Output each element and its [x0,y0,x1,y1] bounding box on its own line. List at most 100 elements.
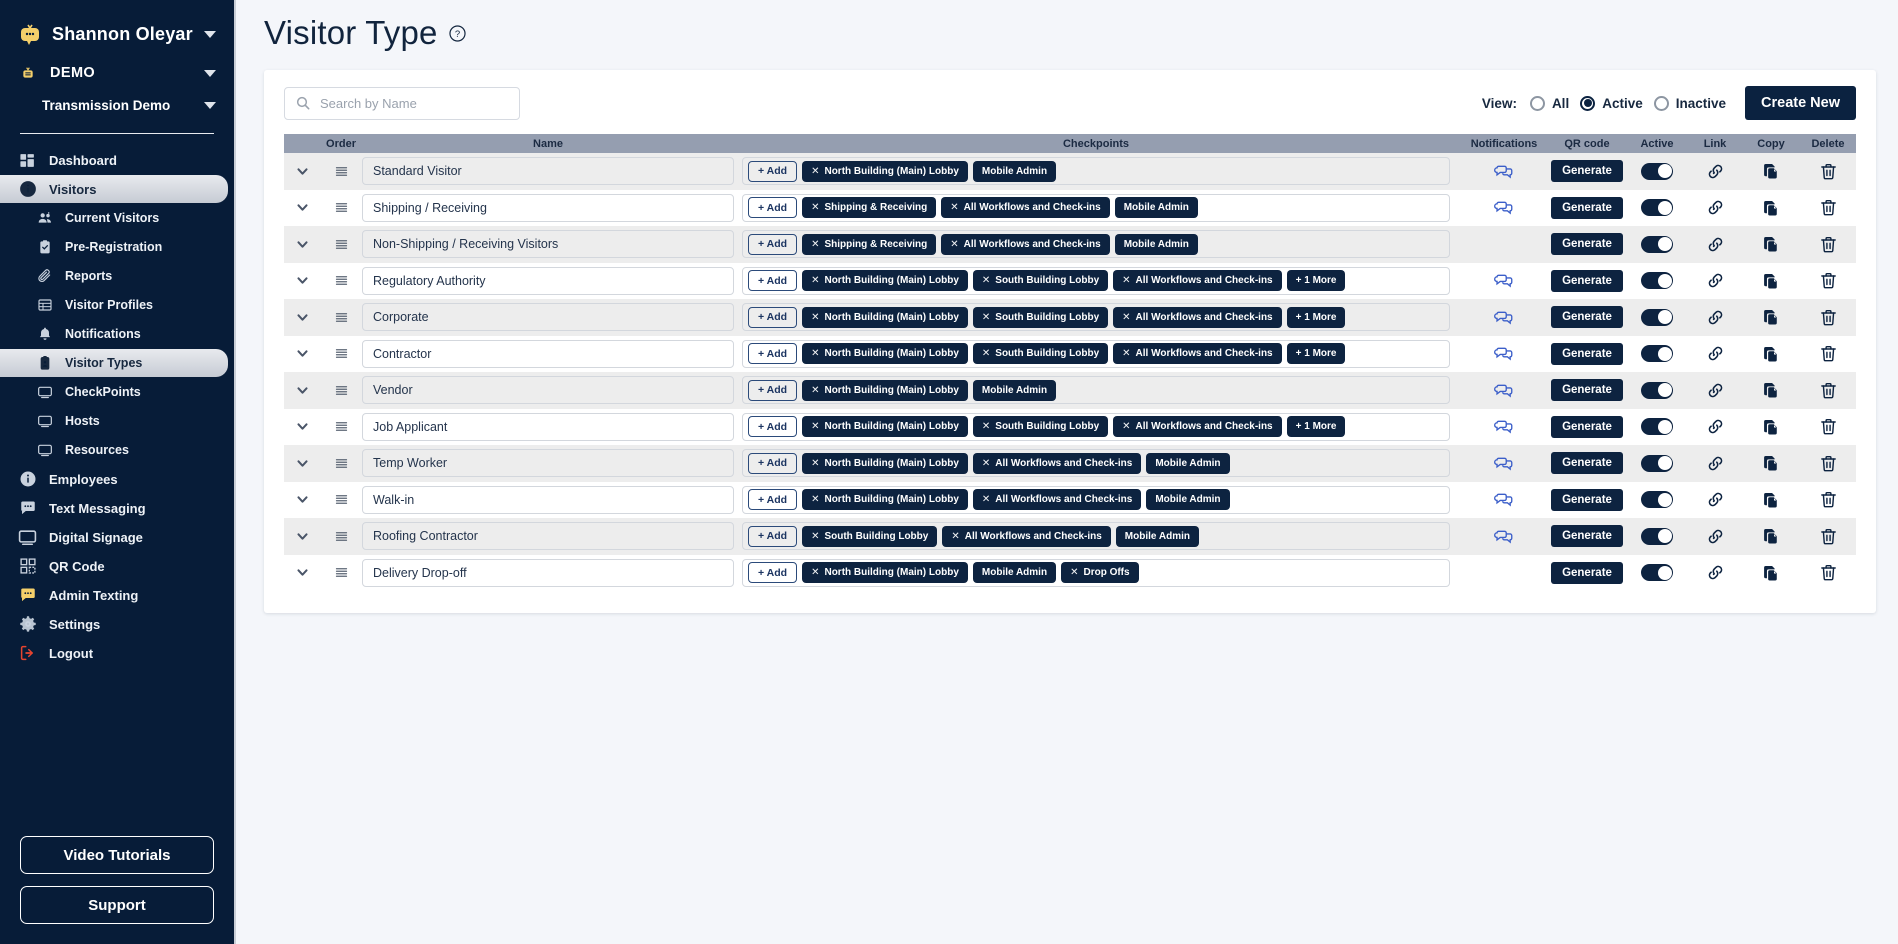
copy-icon[interactable] [1762,564,1780,582]
checkpoint-chip[interactable]: ✕ South Building Lobby [972,343,1109,365]
add-checkpoint-button[interactable]: + Add [748,379,798,401]
sidebar-item-digital-signage[interactable]: Digital Signage [0,523,234,551]
active-toggle[interactable] [1641,272,1673,290]
checkpoint-chip[interactable]: ✕ Drop Offs [1061,562,1139,584]
remove-chip-icon[interactable]: ✕ [811,385,819,396]
org-switcher[interactable]: DEMO [0,54,234,92]
checkpoint-chip[interactable]: ✕ All Workflows and Check-ins [942,525,1111,547]
expand-row-chevron-down-icon[interactable] [294,310,311,325]
link-icon[interactable] [1706,563,1725,582]
visitor-type-name-input[interactable] [362,193,734,222]
checkpoint-chip[interactable]: Mobile Admin [1114,233,1198,255]
question-circle-icon[interactable]: ? [448,23,468,43]
checkpoint-chip[interactable]: ✕ All Workflows and Check-ins [1113,416,1282,438]
sidebar-item-dashboard[interactable]: Dashboard [0,146,234,174]
drag-handle-icon[interactable] [334,565,349,580]
trash-icon[interactable] [1819,490,1838,509]
checkpoint-chip[interactable]: ✕ Shipping & Receiving [802,197,937,219]
sidebar-item-resources[interactable]: Resources [0,436,234,464]
copy-icon[interactable] [1762,308,1780,326]
remove-chip-icon[interactable]: ✕ [982,494,990,505]
copy-icon[interactable] [1762,199,1780,217]
remove-chip-icon[interactable]: ✕ [811,421,819,432]
notification-bubbles-icon[interactable] [1493,381,1515,400]
trash-icon[interactable] [1819,381,1838,400]
visitor-type-name-input[interactable] [362,412,734,441]
add-checkpoint-button[interactable]: + Add [748,489,798,511]
active-toggle[interactable] [1641,564,1673,582]
sidebar-item-pre-registration[interactable]: Pre-Registration [0,233,234,261]
generate-qr-button[interactable]: Generate [1551,488,1623,511]
add-checkpoint-button[interactable]: + Add [748,416,798,438]
checkpoint-chip[interactable]: Mobile Admin [1115,525,1199,547]
checkpoint-chip[interactable]: + 1 More [1286,270,1346,292]
checkpoint-chip[interactable]: ✕ All Workflows and Check-ins [1113,343,1282,365]
expand-row-chevron-down-icon[interactable] [294,164,311,179]
visitor-type-name-input[interactable] [362,558,734,587]
expand-row-chevron-down-icon[interactable] [294,492,311,507]
add-checkpoint-button[interactable]: + Add [748,270,798,292]
checkpoint-chip[interactable]: ✕ North Building (Main) Lobby [802,489,968,511]
visitor-type-name-input[interactable] [362,266,734,295]
trash-icon[interactable] [1819,344,1838,363]
active-toggle[interactable] [1641,235,1673,253]
expand-row-chevron-down-icon[interactable] [294,200,311,215]
search-box[interactable] [284,86,520,120]
remove-chip-icon[interactable]: ✕ [811,458,819,469]
radio-active-icon[interactable] [1580,95,1596,111]
active-toggle[interactable] [1641,491,1673,509]
checkpoint-chip[interactable]: ✕ North Building (Main) Lobby [802,562,968,584]
notification-bubbles-icon[interactable] [1493,308,1515,327]
link-icon[interactable] [1706,271,1725,290]
chevron-down-icon[interactable] [204,69,216,77]
active-toggle[interactable] [1641,418,1673,436]
visitor-type-name-input[interactable] [362,339,734,368]
link-icon[interactable] [1706,454,1725,473]
generate-qr-button[interactable]: Generate [1551,561,1623,584]
link-icon[interactable] [1706,235,1725,254]
copy-icon[interactable] [1762,162,1780,180]
visitor-type-name-input[interactable] [362,376,734,405]
remove-chip-icon[interactable]: ✕ [1122,421,1130,432]
add-checkpoint-button[interactable]: + Add [748,525,798,547]
remove-chip-icon[interactable]: ✕ [950,202,958,213]
checkpoint-chip[interactable]: ✕ North Building (Main) Lobby [802,270,968,292]
checkpoint-chip[interactable]: ✕ All Workflows and Check-ins [941,233,1110,255]
link-icon[interactable] [1706,198,1725,217]
drag-handle-icon[interactable] [334,456,349,471]
trash-icon[interactable] [1819,308,1838,327]
drag-handle-icon[interactable] [334,529,349,544]
radio-all-icon[interactable] [1529,95,1545,111]
notification-bubbles-icon[interactable] [1493,162,1515,181]
remove-chip-icon[interactable]: ✕ [811,275,819,286]
visitor-type-name-input[interactable] [362,303,734,332]
radio-inactive-icon[interactable] [1653,95,1669,111]
checkpoint-chip[interactable]: ✕ North Building (Main) Lobby [802,343,968,365]
link-icon[interactable] [1706,162,1725,181]
link-icon[interactable] [1706,417,1725,436]
drag-handle-icon[interactable] [334,164,349,179]
search-input[interactable] [320,95,509,111]
generate-qr-button[interactable]: Generate [1551,196,1623,219]
notification-bubbles-icon[interactable] [1493,527,1515,546]
checkpoint-chip[interactable]: ✕ All Workflows and Check-ins [1113,306,1282,328]
checkpoint-chip[interactable]: ✕ All Workflows and Check-ins [1113,270,1282,292]
link-icon[interactable] [1706,527,1725,546]
notification-bubbles-icon[interactable] [1493,454,1515,473]
sidebar-item-settings[interactable]: Settings [0,610,234,638]
checkpoint-chip[interactable]: + 1 More [1286,306,1346,328]
link-icon[interactable] [1706,308,1725,327]
trash-icon[interactable] [1819,162,1838,181]
remove-chip-icon[interactable]: ✕ [951,531,959,542]
generate-qr-button[interactable]: Generate [1551,342,1623,365]
sub-org-switcher[interactable]: Transmission Demo [0,92,234,123]
remove-chip-icon[interactable]: ✕ [982,312,990,323]
sidebar-item-visitor-profiles[interactable]: Visitor Profiles [0,291,234,319]
user-account-switcher[interactable]: Shannon Oleyar [0,0,234,54]
remove-chip-icon[interactable]: ✕ [1122,275,1130,286]
remove-chip-icon[interactable]: ✕ [982,275,990,286]
active-toggle[interactable] [1641,199,1673,217]
copy-icon[interactable] [1762,381,1780,399]
drag-handle-icon[interactable] [334,310,349,325]
trash-icon[interactable] [1819,198,1838,217]
